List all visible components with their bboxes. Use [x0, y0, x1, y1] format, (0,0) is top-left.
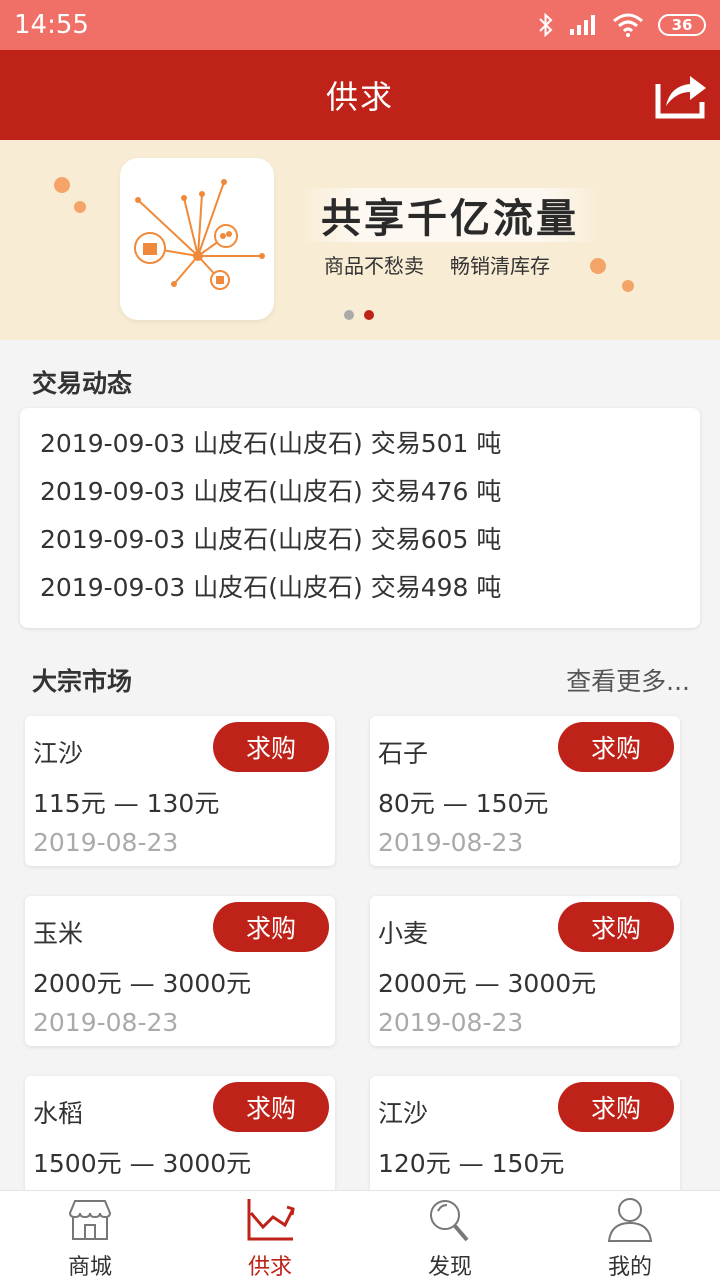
buy-button[interactable]: 求购	[558, 902, 674, 952]
card-price: 2000元 — 3000元	[33, 969, 252, 998]
page-title: 供求	[325, 78, 394, 116]
card-name: 小麦	[378, 919, 429, 948]
banner-subtitle: 商品不愁卖 畅销清库存	[324, 250, 576, 279]
tab-store[interactable]: 商城	[0, 1191, 180, 1280]
market-card[interactable]: 石子 求购 80元 — 150元 2019-08-23	[370, 716, 680, 866]
view-more-link[interactable]: 查看更多...	[566, 662, 690, 698]
decor-dot	[74, 201, 86, 213]
banner-pager	[344, 310, 374, 320]
bottom-tab-bar: 商城 供求 发现 我的	[0, 1190, 720, 1280]
status-bar: 14:55 36	[0, 0, 720, 50]
buy-button[interactable]: 求购	[558, 1082, 674, 1132]
market-card[interactable]: 小麦 求购 2000元 — 3000元 2019-08-23	[370, 896, 680, 1046]
buy-button[interactable]: 求购	[213, 722, 329, 772]
app-header: 供求	[0, 50, 720, 140]
share-icon[interactable]	[652, 68, 710, 122]
buy-button[interactable]: 求购	[213, 1082, 329, 1132]
card-price: 2000元 — 3000元	[378, 969, 597, 998]
status-icons: 36	[538, 12, 706, 38]
card-date: 2019-08-23	[33, 1008, 179, 1037]
buy-button[interactable]: 求购	[558, 722, 674, 772]
decor-dot	[54, 177, 70, 193]
trade-item[interactable]: 2019-09-03 山皮石(山皮石) 交易476 吨	[40, 468, 680, 516]
bluetooth-icon	[539, 12, 553, 38]
network-icon	[134, 179, 265, 290]
card-date: 2019-08-23	[378, 828, 524, 857]
market-card[interactable]: 玉米 求购 2000元 — 3000元 2019-08-23	[25, 896, 335, 1046]
pager-dot[interactable]	[344, 310, 354, 320]
tab-supply[interactable]: 供求	[180, 1191, 360, 1280]
user-icon	[607, 1198, 653, 1242]
tab-label: 供求	[247, 1255, 292, 1280]
tab-discover[interactable]: 发现	[360, 1191, 540, 1280]
card-price: 80元 — 150元	[378, 789, 549, 818]
card-price: 115元 — 130元	[33, 789, 220, 818]
status-time: 14:55	[14, 10, 89, 40]
trade-item[interactable]: 2019-09-03 山皮石(山皮石) 交易501 吨	[40, 420, 680, 468]
battery-icon: 36	[658, 14, 706, 36]
card-date: 2019-08-23	[33, 828, 179, 857]
tab-label: 我的	[607, 1255, 652, 1280]
market-section-title: 大宗市场	[32, 667, 133, 696]
card-name: 玉米	[33, 919, 84, 948]
pager-dot-active[interactable]	[364, 310, 374, 320]
tab-label: 发现	[427, 1255, 472, 1280]
trade-item[interactable]: 2019-09-03 山皮石(山皮石) 交易605 吨	[40, 516, 680, 564]
trade-section-title: 交易动态	[32, 369, 133, 398]
card-date: 2019-08-23	[378, 1008, 524, 1037]
card-name: 水稻	[33, 1099, 84, 1128]
signal-icon	[570, 15, 595, 35]
banner-sub1: 商品不愁卖	[324, 254, 424, 278]
decor-dot	[622, 280, 634, 292]
trade-item[interactable]: 2019-09-03 山皮石(山皮石) 交易498 吨	[40, 564, 680, 612]
tab-label: 商城	[67, 1255, 112, 1280]
banner-title: 共享千亿流量	[300, 188, 600, 242]
chart-icon	[247, 1199, 295, 1241]
decor-dot	[590, 258, 606, 274]
card-name: 江沙	[33, 739, 84, 768]
network-illustration	[120, 158, 274, 320]
banner-sub2: 畅销清库存	[450, 254, 550, 278]
trade-list: 2019-09-03 山皮石(山皮石) 交易501 吨 2019-09-03 山…	[20, 408, 700, 628]
promo-banner[interactable]: 共享千亿流量 商品不愁卖 畅销清库存	[0, 140, 720, 340]
card-price: 1500元 — 3000元	[33, 1149, 252, 1178]
search-icon	[430, 1200, 469, 1242]
card-name: 石子	[378, 739, 429, 768]
card-price: 120元 — 150元	[378, 1149, 565, 1178]
wifi-icon	[613, 13, 643, 37]
market-card[interactable]: 江沙 求购 115元 — 130元 2019-08-23	[25, 716, 335, 866]
buy-button[interactable]: 求购	[213, 902, 329, 952]
card-name: 江沙	[378, 1099, 429, 1128]
store-icon	[68, 1200, 112, 1240]
tab-profile[interactable]: 我的	[540, 1191, 720, 1280]
